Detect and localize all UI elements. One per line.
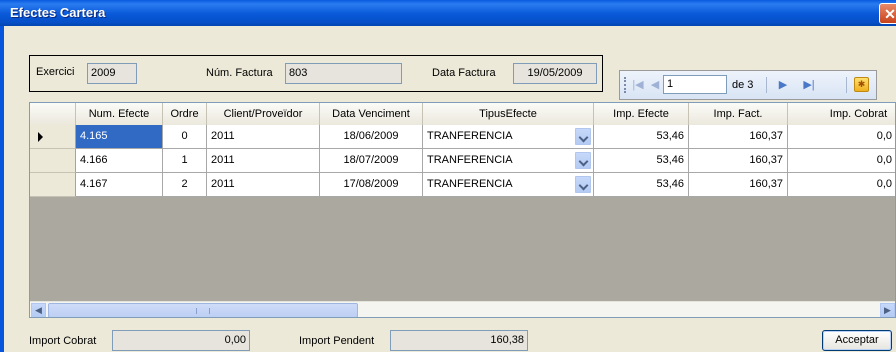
efectes-grid[interactable]: Num. Efecte Ordre Client/Proveïdor Data … <box>29 102 896 318</box>
toolbar-grip[interactable] <box>624 77 628 93</box>
data-factura-field: 19/05/2009 <box>513 63 597 84</box>
row-header[interactable] <box>30 125 76 149</box>
chevron-down-icon[interactable] <box>575 128 591 145</box>
tipus-efecte-combo[interactable]: TRANFERENCIA <box>423 173 594 197</box>
scroll-right-icon[interactable]: ▶ <box>880 303 895 317</box>
accept-button[interactable]: Acceptar <box>822 330 892 351</box>
client-cell[interactable]: 2011 <box>207 173 320 197</box>
move-first-button[interactable]: |◀ <box>629 76 647 94</box>
imp-cobrat-cell[interactable]: 0,0 <box>788 149 895 173</box>
col-ordre[interactable]: Ordre <box>163 103 207 125</box>
client-cell[interactable]: 2011 <box>207 125 320 149</box>
table-row[interactable]: 4.166 1 2011 18/07/2009 TRANFERENCIA 53,… <box>76 149 895 173</box>
tipus-efecte-value: TRANFERENCIA <box>427 130 513 142</box>
add-new-icon[interactable]: ✱ <box>854 77 869 92</box>
tipus-efecte-value: TRANFERENCIA <box>427 178 513 190</box>
data-venciment-cell[interactable]: 17/08/2009 <box>320 173 423 197</box>
num-efecte-cell[interactable]: 4.167 <box>76 173 163 197</box>
grid-header: Num. Efecte Ordre Client/Proveïdor Data … <box>30 103 895 126</box>
tipus-efecte-value: TRANFERENCIA <box>427 154 513 166</box>
num-efecte-cell[interactable]: 4.165 <box>76 125 163 149</box>
imp-cobrat-cell[interactable]: 0,0 <box>788 125 895 149</box>
factura-label: Núm. Factura <box>206 67 273 79</box>
imp-efecte-cell[interactable]: 53,46 <box>594 149 689 173</box>
ordre-cell[interactable]: 2 <box>163 173 207 197</box>
tipus-efecte-combo[interactable]: TRANFERENCIA <box>423 149 594 173</box>
move-next-button[interactable]: ▶ <box>774 76 792 94</box>
table-row[interactable]: 4.165 0 2011 18/06/2009 TRANFERENCIA 53,… <box>76 125 895 149</box>
move-previous-button[interactable]: ◀ <box>646 76 664 94</box>
window-frame <box>0 26 4 352</box>
current-row-icon <box>38 132 43 142</box>
import-cobrat-field: 0,00 <box>112 330 250 351</box>
corner-header <box>30 103 76 125</box>
move-last-button[interactable]: ▶| <box>800 76 818 94</box>
import-pendent-field: 160,38 <box>390 330 528 351</box>
imp-efecte-cell[interactable]: 53,46 <box>594 173 689 197</box>
row-header[interactable] <box>30 173 76 197</box>
imp-fact-cell[interactable]: 160,37 <box>689 125 788 149</box>
num-efecte-cell[interactable]: 4.166 <box>76 149 163 173</box>
position-input[interactable]: 1 <box>663 75 727 94</box>
scroll-left-icon[interactable]: ◀ <box>31 303 46 317</box>
scroll-thumb[interactable] <box>48 303 358 317</box>
separator <box>766 77 767 93</box>
separator <box>846 77 847 93</box>
close-button[interactable]: ✕ <box>879 3 896 24</box>
import-pendent-label: Import Pendent <box>299 335 375 347</box>
ordre-cell[interactable]: 1 <box>163 149 207 173</box>
col-imp-cobrat[interactable]: Imp. Cobrat <box>788 103 895 125</box>
col-client[interactable]: Client/Proveïdor <box>207 103 320 125</box>
col-imp-efecte[interactable]: Imp. Efecte <box>594 103 689 125</box>
imp-cobrat-cell[interactable]: 0,0 <box>788 173 895 197</box>
grip-icon <box>196 308 210 314</box>
col-tipus-efecte[interactable]: TipusEfecte <box>423 103 594 125</box>
chevron-down-icon[interactable] <box>575 152 591 169</box>
close-icon: ✕ <box>884 6 896 22</box>
horizontal-scrollbar[interactable]: ◀ ▶ <box>30 301 895 317</box>
col-data-venciment[interactable]: Data Venciment <box>320 103 423 125</box>
col-imp-fact[interactable]: Imp. Fact. <box>689 103 788 125</box>
col-num-efecte[interactable]: Num. Efecte <box>76 103 163 125</box>
data-factura-label: Data Factura <box>432 67 496 79</box>
window-title: Efectes Cartera <box>10 5 106 20</box>
data-venciment-cell[interactable]: 18/07/2009 <box>320 149 423 173</box>
table-row[interactable]: 4.167 2 2011 17/08/2009 TRANFERENCIA 53,… <box>76 173 895 197</box>
count-label: de 3 <box>732 79 754 91</box>
tipus-efecte-combo[interactable]: TRANFERENCIA <box>423 125 594 149</box>
row-header[interactable] <box>30 149 76 173</box>
title-bar: Efectes Cartera <box>0 0 896 26</box>
exercici-field: 2009 <box>87 63 137 84</box>
imp-efecte-cell[interactable]: 53,46 <box>594 125 689 149</box>
chevron-down-icon[interactable] <box>575 176 591 193</box>
imp-fact-cell[interactable]: 160,37 <box>689 173 788 197</box>
client-cell[interactable]: 2011 <box>207 149 320 173</box>
binding-navigator: |◀ ◀ 1 de 3 ▶ ▶| ✱ <box>619 70 877 100</box>
exercici-label: Exercici <box>36 66 75 78</box>
imp-fact-cell[interactable]: 160,37 <box>689 149 788 173</box>
data-venciment-cell[interactable]: 18/06/2009 <box>320 125 423 149</box>
factura-field: 803 <box>285 63 402 84</box>
ordre-cell[interactable]: 0 <box>163 125 207 149</box>
import-cobrat-label: Import Cobrat <box>29 335 97 347</box>
